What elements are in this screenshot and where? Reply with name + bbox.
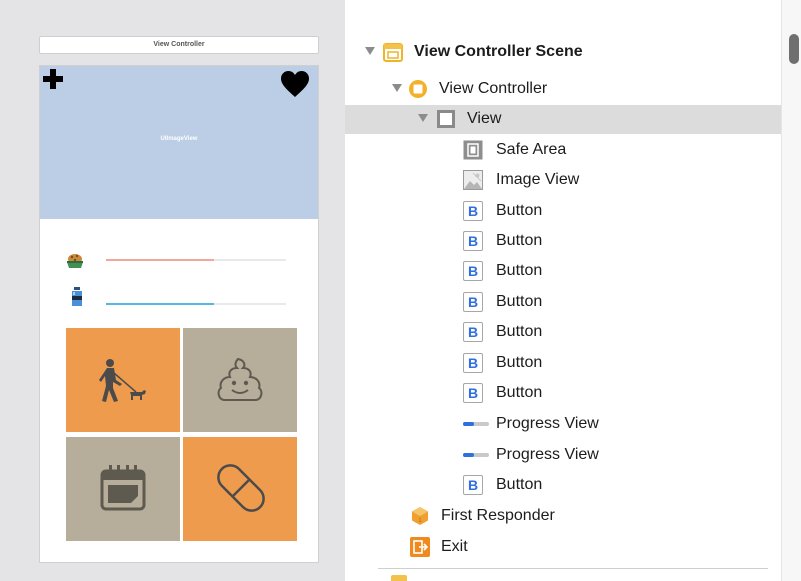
outline-row-scene[interactable]: View Controller Scene: [345, 38, 781, 67]
button-icon: B: [463, 353, 483, 373]
outline-row-button[interactable]: B Button: [345, 471, 781, 500]
exit-icon: [410, 537, 430, 557]
outline-separator: [378, 568, 768, 569]
button-icon: B: [463, 383, 483, 403]
outline-row-image-view[interactable]: Image View: [345, 166, 781, 195]
outline-row-progress-view[interactable]: Progress View: [345, 441, 781, 470]
scrollbar-thumb[interactable]: [789, 34, 799, 64]
first-responder-icon: 1: [412, 507, 428, 525]
outline-label-button: Button: [496, 232, 543, 249]
progress-view-icon: [463, 453, 489, 457]
poop-icon: [217, 357, 263, 401]
pill-icon: [217, 464, 265, 512]
outline-row-button[interactable]: B Button: [345, 257, 781, 286]
disclosure-triangle-icon[interactable]: [392, 84, 402, 92]
outline-label-button: Button: [496, 293, 543, 310]
outline-label-exit: Exit: [441, 538, 468, 555]
outline-row-button[interactable]: B Button: [345, 318, 781, 347]
outline-label-view: View: [467, 110, 502, 127]
safe-area-icon: [463, 140, 483, 160]
outline-label-button: Button: [496, 384, 543, 401]
calendar-button[interactable]: [66, 437, 180, 541]
button-icon: B: [463, 231, 483, 251]
button-icon: B: [463, 292, 483, 312]
plus-icon[interactable]: [42, 68, 64, 90]
document-outline[interactable]: View Controller Scene View Controller Vi…: [345, 0, 781, 581]
outline-row-view[interactable]: View: [345, 105, 781, 134]
outline-label-scene: View Controller Scene: [414, 43, 583, 60]
outline-row-first-responder[interactable]: 1 First Responder: [345, 502, 781, 531]
food-bowl-icon: [67, 254, 83, 268]
walk-dog-icon: [99, 359, 146, 402]
button-icon: B: [463, 261, 483, 281]
outline-label-view-controller: View Controller: [439, 80, 548, 97]
outline-row-progress-view[interactable]: Progress View: [345, 410, 781, 439]
outline-label-button: Button: [496, 323, 543, 340]
medicine-button[interactable]: [183, 437, 297, 541]
view-controller-device-frame[interactable]: UIImageView: [39, 65, 319, 563]
outline-row-view-controller[interactable]: View Controller: [345, 75, 781, 104]
heart-icon[interactable]: [280, 70, 310, 98]
image-view-icon: [463, 170, 483, 190]
outline-label-progress-view: Progress View: [496, 415, 599, 432]
outline-label-button: Button: [496, 202, 543, 219]
xcode-storyboard-editor: View Controller UIImageView View Control…: [0, 0, 801, 581]
outline-label-button: Button: [496, 354, 543, 371]
disclosure-triangle-icon[interactable]: [365, 47, 375, 55]
outline-row-button[interactable]: B Button: [345, 349, 781, 378]
progress-view-icon: [463, 422, 489, 426]
outline-label-safe-area: Safe Area: [496, 141, 567, 158]
button-icon: B: [463, 201, 483, 221]
outline-row-button[interactable]: B Button: [345, 197, 781, 226]
storyboard-canvas[interactable]: View Controller UIImageView: [0, 0, 345, 581]
walk-button[interactable]: [66, 328, 180, 432]
scene-icon: [383, 43, 403, 62]
next-scene-icon: [391, 575, 407, 581]
outline-label-button: Button: [496, 476, 543, 493]
button-icon: B: [463, 475, 483, 495]
calendar-icon: [100, 465, 146, 511]
scene-title-bar[interactable]: View Controller: [39, 36, 319, 54]
button-icon: B: [463, 322, 483, 342]
thirst-progress-fill: [106, 303, 214, 305]
outline-label-progress-view: Progress View: [496, 446, 599, 463]
poop-button[interactable]: [183, 328, 297, 432]
ui-image-view[interactable]: UIImageView: [40, 66, 318, 219]
outline-row-button[interactable]: B Button: [345, 288, 781, 317]
disclosure-triangle-icon[interactable]: [418, 114, 428, 122]
thirst-progress-bar: [106, 303, 286, 305]
view-icon: [437, 110, 455, 128]
scrollbar-track[interactable]: [781, 0, 801, 581]
view-controller-icon: [409, 80, 427, 98]
hunger-progress-fill: [106, 259, 214, 261]
outline-label-image-view: Image View: [496, 171, 580, 188]
water-bottle-icon: [72, 287, 82, 306]
outline-row-safe-area[interactable]: Safe Area: [345, 136, 781, 165]
outline-label-first-responder: First Responder: [441, 507, 555, 524]
image-view-label: UIImageView: [160, 136, 198, 142]
outline-row-button[interactable]: B Button: [345, 379, 781, 408]
outline-label-button: Button: [496, 262, 543, 279]
hunger-progress-bar: [106, 259, 286, 261]
outline-row-exit[interactable]: Exit: [345, 533, 781, 562]
outline-row-button[interactable]: B Button: [345, 227, 781, 256]
